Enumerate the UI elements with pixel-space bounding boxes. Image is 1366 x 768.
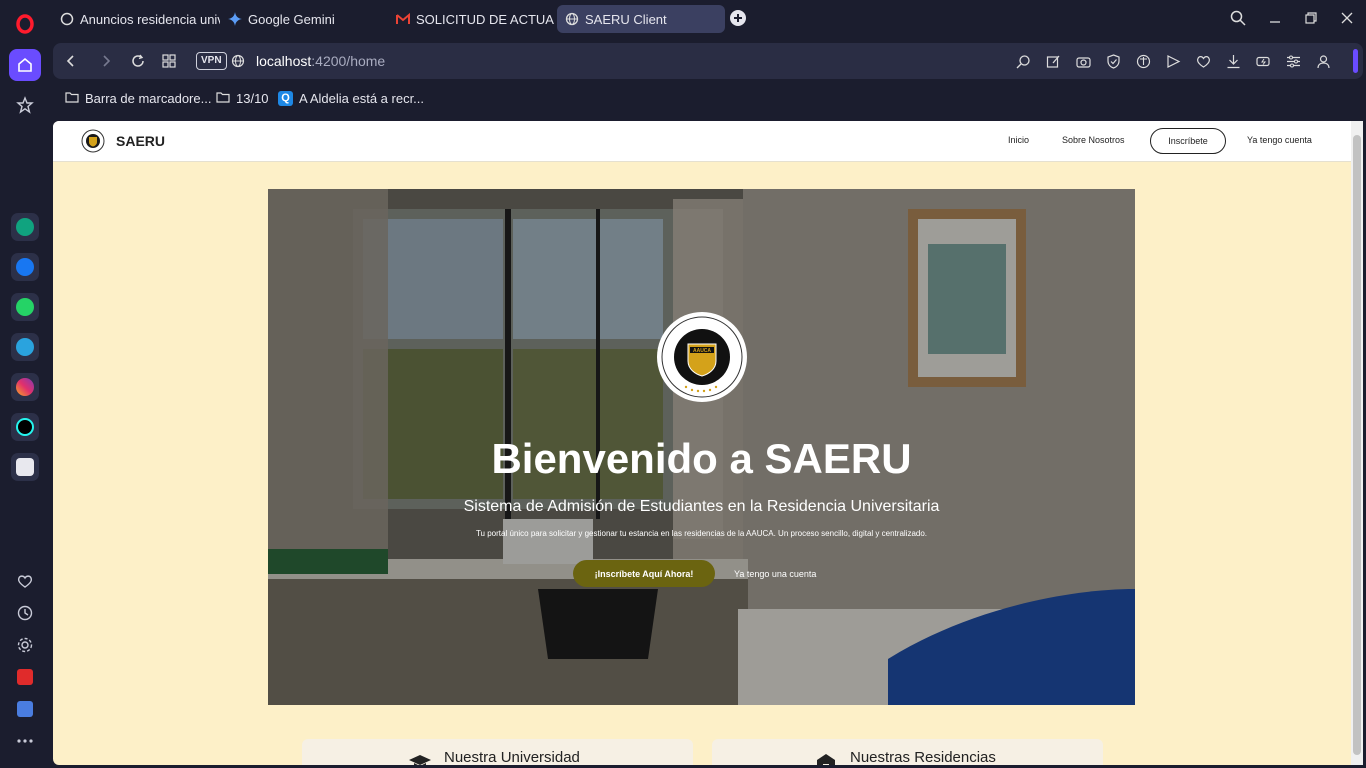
opera-sidebar [0, 0, 50, 768]
translate-icon[interactable] [9, 693, 41, 725]
seal-text: AAUCA [693, 348, 711, 354]
site-navbar: SAERU Inicio Sobre Nosotros Inscríbete Y… [53, 121, 1351, 162]
nav-ya-tengo-cuenta[interactable]: Ya tengo cuenta [1247, 135, 1312, 145]
tab-title: SAERU Client [585, 11, 667, 27]
address-toolbar: VPN localhost:4200/home [53, 43, 1363, 79]
edit-icon[interactable] [1043, 51, 1063, 71]
page-viewport: SAERU Inicio Sobre Nosotros Inscríbete Y… [53, 121, 1351, 765]
zoom-search-icon[interactable] [1013, 51, 1033, 71]
page-scrollbar[interactable] [1351, 121, 1363, 765]
back-icon[interactable] [61, 51, 81, 71]
bookmark-label: Barra de marcadore... [85, 91, 212, 106]
nav-sobre-nosotros[interactable]: Sobre Nosotros [1062, 135, 1125, 145]
tab-title: Google Gemini [248, 11, 335, 27]
tab-solicitud[interactable]: SOLICITUD DE ACTUALIZA [388, 5, 554, 33]
aauca-seal-logo: AAUCA [656, 311, 748, 403]
minimize-icon[interactable] [1265, 8, 1285, 28]
tab-gemini[interactable]: Google Gemini [220, 5, 385, 33]
opera-logo-icon[interactable] [9, 8, 41, 40]
saeru-logo[interactable] [81, 129, 105, 153]
site-brand[interactable]: SAERU [116, 133, 165, 149]
heart-icon[interactable] [9, 565, 41, 597]
star-icon[interactable] [9, 89, 41, 121]
folder-icon [216, 91, 230, 106]
bookmark-folder-marcadores[interactable]: Barra de marcadore... [65, 91, 211, 106]
player-icon[interactable] [9, 661, 41, 693]
download-icon[interactable] [1223, 51, 1243, 71]
site-info-globe-icon[interactable] [228, 51, 248, 71]
building-icon [816, 752, 838, 765]
scrollbar-thumb[interactable] [1353, 135, 1361, 755]
history-icon[interactable] [9, 597, 41, 629]
hero-subtitle: Sistema de Admisión de Estudiantes en la… [463, 498, 940, 515]
tab-title: SOLICITUD DE ACTUALIZA [416, 11, 554, 27]
inscribete-ahora-button[interactable]: ¡Inscríbete Aquí Ahora! [573, 560, 715, 587]
shield-icon[interactable] [1103, 51, 1123, 71]
nav-inscribete-button[interactable]: Inscríbete [1150, 128, 1226, 154]
restore-icon[interactable] [1301, 8, 1321, 28]
folder-icon [65, 91, 79, 106]
hero-title: Bienvenido a SAERU [491, 435, 912, 482]
messenger-icon[interactable] [11, 253, 39, 281]
home-icon[interactable] [9, 49, 41, 81]
profile-icon[interactable] [1313, 51, 1333, 71]
card-title: Nuestras Residencias [850, 749, 996, 765]
bookmark-label: A Aldelia está a recr... [299, 91, 425, 106]
card-title: Nuestra Universidad [444, 749, 580, 765]
hero-banner: AAUCA Bienvenido a SAERU Sistema de Admi… [268, 189, 1135, 705]
url-path: :4200/home [311, 53, 386, 69]
soundcloud-icon[interactable] [11, 453, 39, 481]
ya-tengo-cuenta-link[interactable]: Ya tengo una cuenta [734, 569, 816, 579]
camera-icon[interactable] [1073, 51, 1093, 71]
search-tabs-icon[interactable] [1228, 8, 1248, 28]
hero-description: Tu portal único para solicitar y gestion… [475, 529, 928, 538]
card-nuestras-residencias[interactable]: Nuestras Residencias [712, 739, 1103, 765]
address-field[interactable]: localhost:4200/home [256, 53, 385, 69]
translate-globe-icon[interactable] [1133, 51, 1153, 71]
bookmark-folder-1310[interactable]: 13/10 [216, 91, 269, 106]
whatsapp-icon[interactable] [11, 293, 39, 321]
graduation-cap-icon [408, 752, 431, 765]
instagram-icon[interactable] [11, 373, 39, 401]
new-tab-plus-icon[interactable] [730, 10, 746, 26]
tab-strip: Anuncios residencia unive Google Gemini … [50, 0, 1366, 36]
globe-icon [565, 12, 579, 26]
bookmarks-bar: Barra de marcadore... 13/10 Q A Aldelia … [53, 84, 1366, 114]
easy-setup-icon[interactable] [1283, 51, 1303, 71]
settings-gear-icon[interactable] [9, 629, 41, 661]
card-nuestra-universidad[interactable]: Nuestra Universidad [302, 739, 693, 765]
favorite-heart-icon[interactable] [1193, 51, 1213, 71]
tiktok-icon[interactable] [11, 413, 39, 441]
gmail-icon [396, 12, 410, 26]
battery-saver-icon[interactable] [1253, 51, 1273, 71]
q-icon: Q [278, 91, 293, 106]
tab-title: Anuncios residencia unive [80, 11, 220, 27]
chatgpt-icon[interactable] [11, 213, 39, 241]
bookmark-aldelia[interactable]: Q A Aldelia está a recr... [278, 91, 424, 106]
vpn-badge[interactable]: VPN [196, 52, 227, 70]
nav-inicio[interactable]: Inicio [1008, 135, 1029, 145]
bookmark-label: 13/10 [236, 91, 269, 106]
gemini-icon [228, 12, 242, 26]
tabs-grid-icon[interactable] [159, 51, 179, 71]
reload-icon[interactable] [128, 51, 148, 71]
more-options-icon[interactable] [9, 725, 41, 757]
tab-saeru-client[interactable]: SAERU Client [557, 5, 725, 33]
forward-icon[interactable] [96, 51, 116, 71]
send-icon[interactable] [1163, 51, 1183, 71]
tab-anuncios[interactable]: Anuncios residencia unive [52, 5, 220, 33]
close-window-icon[interactable] [1337, 8, 1357, 28]
telegram-icon[interactable] [11, 333, 39, 361]
openai-icon [60, 12, 74, 26]
url-host: localhost [256, 53, 312, 69]
sidebar-accent-bar [1353, 49, 1358, 73]
